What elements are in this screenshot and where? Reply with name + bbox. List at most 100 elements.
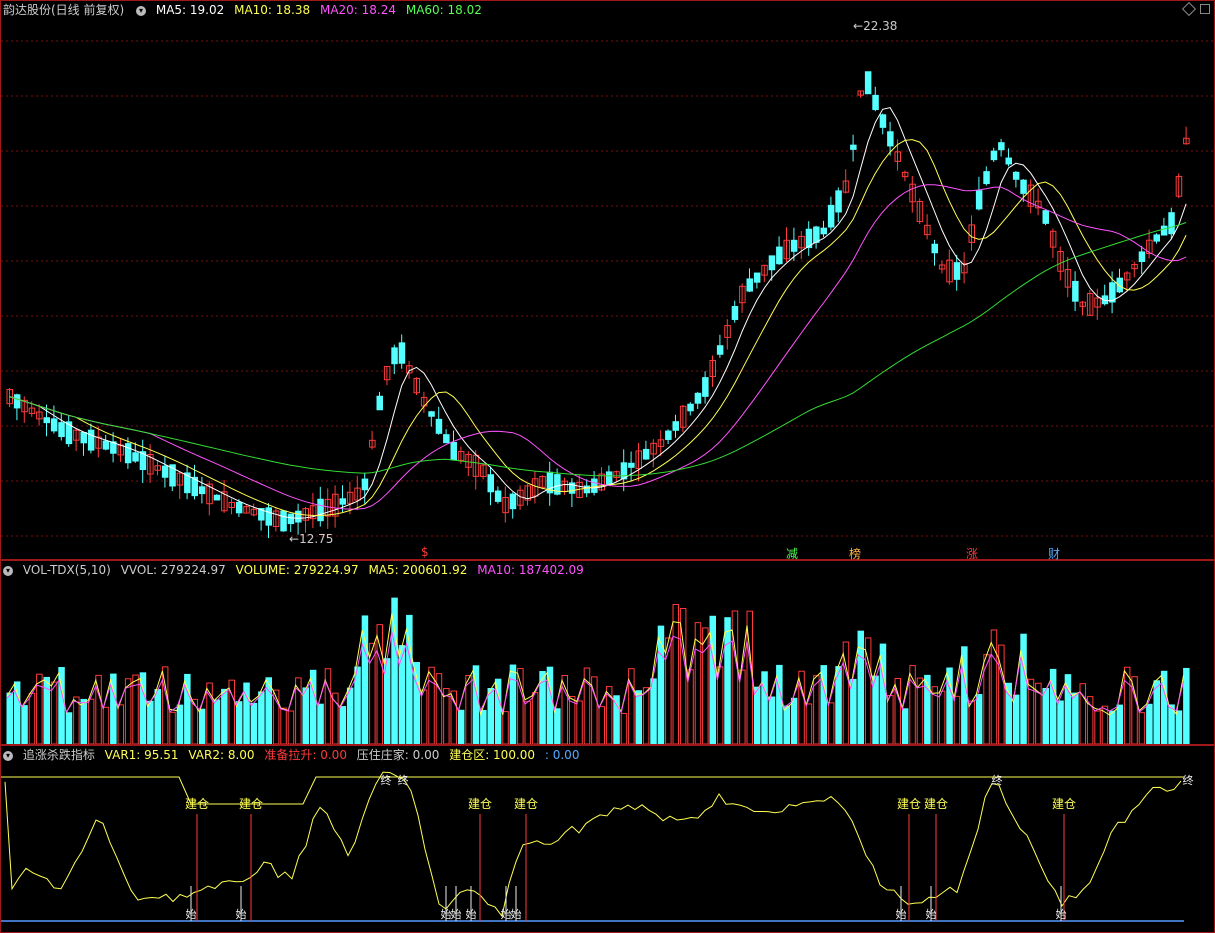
- candle-body: [450, 441, 457, 461]
- candle-body: [983, 171, 990, 185]
- volume-bar: [620, 712, 628, 744]
- volume-bars-chart[interactable]: [1, 561, 1214, 744]
- candle-body: [1160, 225, 1168, 236]
- volume-bar: [1094, 710, 1101, 744]
- start-marker-label: 始: [1056, 907, 1067, 921]
- volume-bar: [487, 688, 494, 744]
- candle-body: [1153, 234, 1160, 242]
- volume-bar: [635, 690, 642, 744]
- candle-body: [443, 434, 450, 444]
- candlestick-chart[interactable]: [1, 1, 1214, 559]
- candle-body: [820, 227, 827, 235]
- candle-body: [605, 471, 613, 486]
- volume-bar: [317, 703, 324, 744]
- ma20-line: [9, 184, 1187, 510]
- candle-body: [509, 493, 517, 510]
- end-marker-label: 终: [398, 773, 409, 787]
- volume-bar: [176, 704, 184, 744]
- volume-bar: [1138, 712, 1146, 744]
- candle-body: [687, 403, 694, 412]
- candle-body: [953, 262, 961, 280]
- volume-bar: [1057, 700, 1064, 744]
- candle-body: [235, 501, 243, 514]
- volume-bar: [517, 668, 524, 744]
- start-marker-label: 始: [451, 907, 462, 921]
- build-marker-label: 建仓: [897, 797, 921, 811]
- volume-bar: [924, 674, 931, 744]
- candle-body: [295, 510, 302, 523]
- candle-body: [1012, 171, 1020, 180]
- volume-bar: [73, 696, 80, 744]
- build-marker-label: 建仓: [239, 797, 263, 811]
- candle-body: [494, 490, 502, 502]
- volume-bar: [480, 709, 487, 744]
- volume-bar: [531, 692, 539, 744]
- volume-bar: [790, 697, 798, 744]
- volume-bar: [724, 617, 731, 744]
- candle-body: [398, 342, 406, 364]
- candle-body: [43, 417, 50, 424]
- volume-bar: [1116, 704, 1123, 744]
- indicator-line-chart[interactable]: 建仓 建仓 建仓 建仓 建仓 建仓 建仓始始始始始始始始始始终终终终: [1, 746, 1214, 932]
- candle-body: [58, 422, 65, 438]
- price-chart-panel[interactable]: 韵达股份(日线 前复权) ▾ MA5: 19.02 MA10: 18.38 MA…: [0, 0, 1215, 561]
- volume-bar: [169, 711, 176, 744]
- volume-bar: [1183, 667, 1190, 744]
- build-zone-line: [1, 776, 1184, 805]
- candle-body: [813, 226, 820, 243]
- candle-body: [879, 114, 887, 128]
- candle-body: [1042, 210, 1049, 224]
- candle-body: [642, 448, 650, 460]
- volume-bar: [524, 700, 531, 744]
- volume-bar: [975, 694, 983, 744]
- volume-bar: [50, 681, 58, 744]
- candle-body: [1168, 212, 1175, 235]
- build-marker-label: 建仓: [1052, 797, 1076, 811]
- start-marker-label: 始: [236, 907, 247, 921]
- candle-body: [487, 474, 494, 493]
- candle-body: [50, 418, 58, 432]
- volume-bar: [117, 704, 124, 744]
- volume-bar: [161, 666, 169, 744]
- volume-bar: [990, 629, 998, 744]
- volume-bar: [346, 687, 354, 744]
- candle-body: [694, 392, 702, 404]
- candle-body: [768, 255, 776, 271]
- volume-bar: [147, 700, 154, 744]
- build-marker-label: 建仓: [468, 797, 492, 811]
- event-mark-dollar[interactable]: $: [421, 545, 429, 559]
- volume-bar: [753, 686, 761, 744]
- ma5-line: [9, 107, 1187, 519]
- build-marker-label: 建仓: [924, 797, 948, 811]
- start-marker-label: 始: [896, 907, 907, 921]
- volume-bar: [457, 709, 465, 744]
- volume-bar: [154, 689, 161, 744]
- volume-bar: [598, 706, 605, 744]
- volume-bar: [554, 708, 561, 744]
- indicator-panel[interactable]: ▾ 追涨杀跌指标 VAR1: 95.51 VAR2: 8.00 准备拉升: 0.…: [0, 745, 1215, 933]
- volume-bar: [221, 688, 228, 744]
- build-marker-label: 建仓: [514, 797, 538, 811]
- candle-body: [213, 494, 221, 501]
- volume-bar: [938, 690, 946, 744]
- volume-bar: [642, 687, 650, 744]
- volume-bar: [946, 667, 953, 744]
- volume-bar: [184, 673, 191, 744]
- candle-body: [998, 142, 1005, 151]
- volume-bar: [827, 702, 835, 744]
- volume-bar: [65, 712, 73, 744]
- candle-body: [753, 272, 761, 283]
- end-marker-label: 终: [992, 773, 1003, 787]
- volume-bar: [324, 668, 332, 744]
- volume-bar: [1020, 633, 1027, 744]
- candle-body: [827, 204, 835, 228]
- volume-bar: [1175, 710, 1183, 744]
- low-price-label: ←12.75: [289, 532, 334, 546]
- candle-body: [13, 394, 21, 409]
- volume-panel[interactable]: ▾ VOL-TDX(5,10) VVOL: 279224.97 VOLUME: …: [0, 560, 1215, 745]
- volume-bar: [124, 678, 132, 744]
- candle-body: [1138, 251, 1146, 263]
- volume-bar: [783, 705, 790, 744]
- volume-bar: [953, 695, 961, 744]
- volume-bar: [287, 710, 295, 744]
